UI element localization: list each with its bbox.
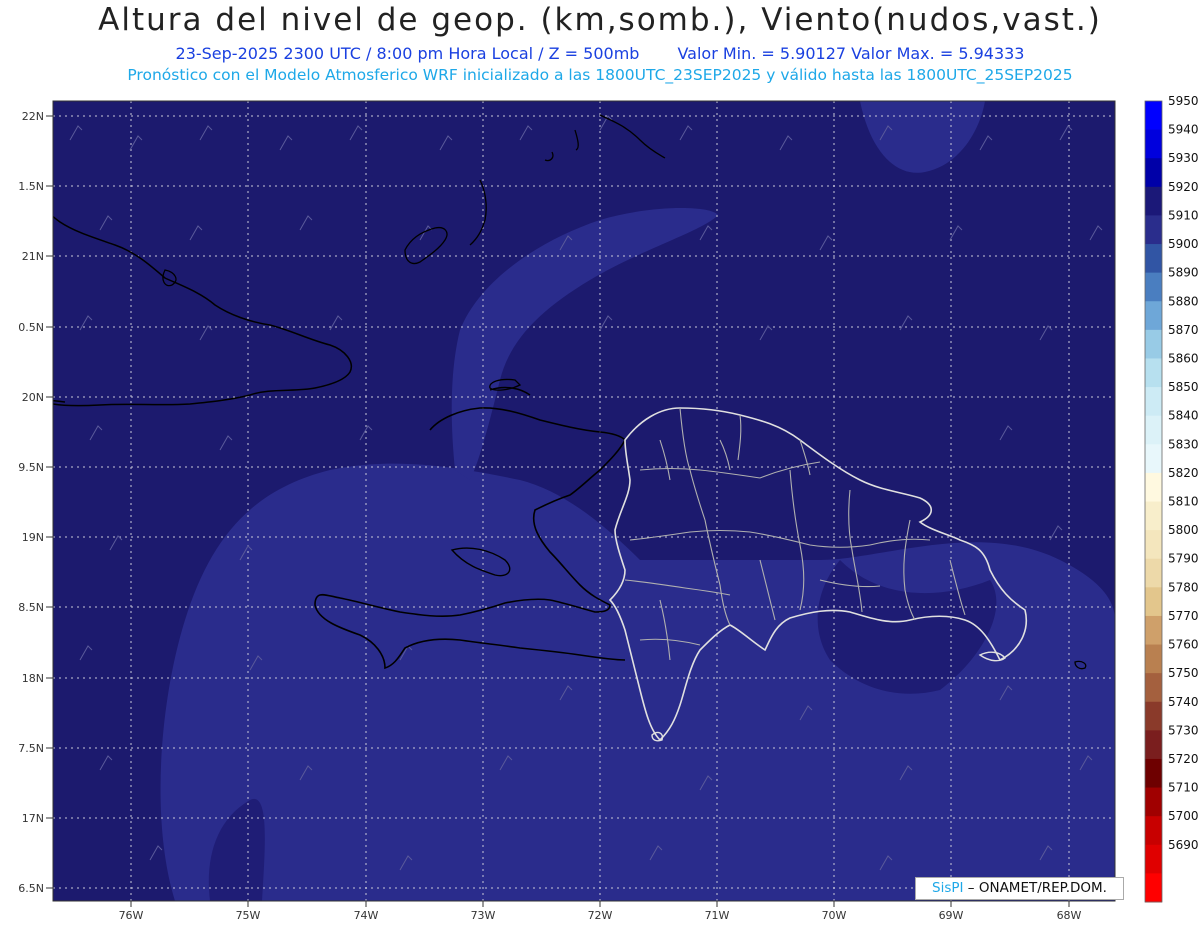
legend-swatch <box>1145 530 1162 560</box>
legend-swatch <box>1145 816 1162 846</box>
legend-level-label: 5780 <box>1168 580 1199 594</box>
legend-swatch <box>1145 387 1162 417</box>
lon-label: 71W <box>705 909 730 922</box>
lon-label: 70W <box>822 909 847 922</box>
color-legend: 5950 5940 5930 5920 5910 5900 5890 5880 5870 5860… <box>1144 94 1199 903</box>
legend-level-label: 5930 <box>1168 151 1199 165</box>
legend-level-label: 5720 <box>1168 752 1199 766</box>
legend-swatch <box>1145 444 1162 474</box>
lat-label: 1.5N <box>18 180 44 193</box>
legend-swatch <box>1145 501 1162 531</box>
legend-level-label: 5690 <box>1168 838 1199 852</box>
legend-level-label: 5850 <box>1168 380 1199 394</box>
lat-label: 20N <box>22 391 44 404</box>
legend-swatch <box>1145 615 1162 646</box>
credit-text: – ONAMET/REP.DOM. <box>967 880 1107 896</box>
legend-swatch <box>1145 844 1162 874</box>
legend-level-label: 5830 <box>1168 437 1199 451</box>
legend-swatch <box>1145 673 1162 703</box>
legend-swatch <box>1145 873 1162 903</box>
legend-swatch <box>1145 301 1162 331</box>
geopotential-map: 22N 1.5N 21N 0.5N 20N 9.5N 19N 8.5N 18N … <box>18 94 1199 922</box>
lat-label: 17N <box>22 812 44 825</box>
credit-box: SisPI – ONAMET/REP.DOM. <box>915 877 1124 900</box>
legend-level-label: 5950 <box>1168 94 1199 108</box>
lon-label: 74W <box>354 909 379 922</box>
brand-logo: SisPI <box>932 880 964 896</box>
legend-swatch <box>1145 415 1162 445</box>
legend-swatch <box>1145 101 1162 131</box>
lat-label: 6.5N <box>18 882 44 895</box>
lon-label: 73W <box>471 909 496 922</box>
legend-swatch <box>1145 787 1162 817</box>
legend-level-label: 5740 <box>1168 695 1199 709</box>
legend-level-label: 5700 <box>1168 809 1199 823</box>
legend-swatch <box>1145 472 1162 502</box>
legend-level-label: 5890 <box>1168 266 1199 280</box>
lat-label: 21N <box>22 250 44 263</box>
legend-swatch <box>1145 644 1162 674</box>
legend-level-label: 5840 <box>1168 409 1199 423</box>
legend-level-label: 5760 <box>1168 638 1199 652</box>
longitude-axis: 76W 75W 74W 73W 72W 71W 70W 69W 68W <box>119 901 1082 922</box>
legend-swatch <box>1145 730 1162 760</box>
legend-swatch <box>1145 244 1162 274</box>
legend-swatch <box>1145 329 1162 359</box>
legend-level-label: 5810 <box>1168 495 1199 509</box>
lon-label: 68W <box>1057 909 1082 922</box>
legend-level-label: 5860 <box>1168 351 1199 365</box>
legend-level-label: 5750 <box>1168 666 1199 680</box>
lat-label: 0.5N <box>18 321 44 334</box>
legend-level-label: 5730 <box>1168 723 1199 737</box>
legend-level-label: 5710 <box>1168 781 1199 795</box>
legend-level-label: 5940 <box>1168 123 1199 137</box>
legend-level-label: 5800 <box>1168 523 1199 537</box>
legend-swatch <box>1145 358 1162 388</box>
lat-label: 19N <box>22 531 44 544</box>
legend-level-label: 5790 <box>1168 552 1199 566</box>
legend-swatch <box>1145 215 1162 245</box>
lat-label: 7.5N <box>18 742 44 755</box>
latitude-axis: 22N 1.5N 21N 0.5N 20N 9.5N 19N 8.5N 18N … <box>18 110 53 895</box>
legend-swatch <box>1145 758 1162 789</box>
legend-level-label: 5900 <box>1168 237 1199 251</box>
legend-swatch <box>1145 186 1162 216</box>
legend-swatch <box>1145 158 1162 188</box>
lat-label: 9.5N <box>18 461 44 474</box>
legend-swatch <box>1145 272 1162 302</box>
lon-label: 76W <box>119 909 144 922</box>
legend-level-label: 5820 <box>1168 466 1199 480</box>
lat-label: 22N <box>22 110 44 123</box>
legend-level-label: 5870 <box>1168 323 1199 337</box>
legend-swatch <box>1145 558 1162 588</box>
legend-level-label: 5910 <box>1168 208 1199 222</box>
lat-label: 18N <box>22 672 44 685</box>
lat-label: 8.5N <box>18 601 44 614</box>
lon-label: 75W <box>236 909 261 922</box>
lon-label: 72W <box>588 909 613 922</box>
legend-swatch <box>1145 701 1162 731</box>
lon-label: 69W <box>939 909 964 922</box>
legend-swatch <box>1145 587 1162 617</box>
legend-swatch <box>1145 129 1162 159</box>
legend-level-label: 5770 <box>1168 609 1199 623</box>
legend-level-label: 5920 <box>1168 180 1199 194</box>
legend-level-label: 5880 <box>1168 294 1199 308</box>
